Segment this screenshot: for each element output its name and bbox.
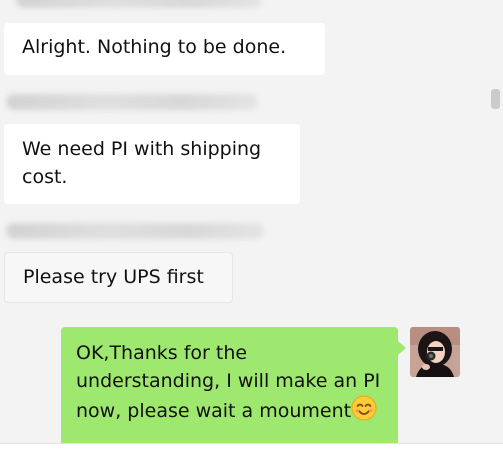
avatar-image: [410, 327, 460, 377]
message-text: Please try UPS first: [23, 266, 204, 288]
scrollbar-thumb[interactable]: [491, 89, 500, 109]
sender-name-redacted: [6, 94, 258, 110]
message-bubble-incoming[interactable]: We need PI with shipping cost.: [4, 124, 300, 204]
smiling-face-icon: [351, 395, 377, 421]
message-text: We need PI with shipping cost.: [22, 138, 262, 188]
sender-name-redacted: [16, 0, 262, 8]
message-text: Alright. Nothing to be done.: [22, 36, 287, 58]
input-area-edge: [0, 443, 503, 449]
message-text: OK,Thanks for the understanding, I will …: [76, 342, 381, 422]
message-bubble-incoming[interactable]: Alright. Nothing to be done.: [4, 23, 325, 75]
message-bubble-outgoing[interactable]: OK,Thanks for the understanding, I will …: [61, 327, 406, 449]
sender-name-redacted: [6, 223, 264, 239]
chat-message-pane[interactable]: Alright. Nothing to be done. We need PI …: [0, 0, 503, 449]
message-bubble-incoming[interactable]: Please try UPS first: [4, 252, 233, 303]
user-avatar[interactable]: [410, 327, 460, 377]
